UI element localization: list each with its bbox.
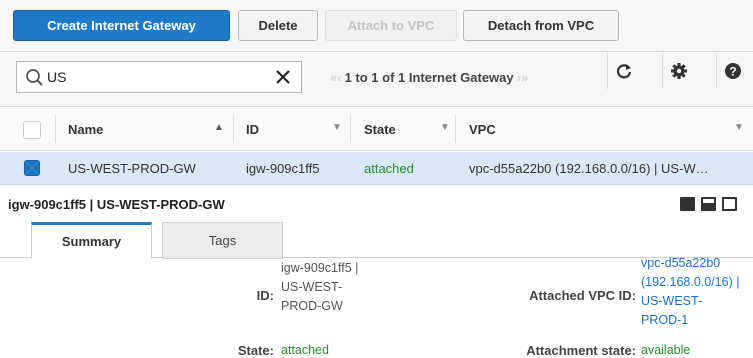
- help-icon[interactable]: ?: [716, 53, 748, 89]
- id-label: ID:: [256, 288, 274, 303]
- last-page-icon[interactable]: »: [521, 70, 528, 85]
- pagination: « ‹ 1 to 1 of 1 Internet Gateway › »: [330, 70, 528, 85]
- column-divider: [455, 115, 456, 143]
- attachment-state-value: available: [641, 343, 691, 357]
- detach-from-vpc-button[interactable]: Detach from VPC: [463, 10, 619, 41]
- state-label: State:: [237, 343, 274, 358]
- close-icon[interactable]: [273, 67, 293, 87]
- vpc-link-line[interactable]: (192.168.0.0/16) |: [641, 273, 739, 292]
- search-icon: [26, 69, 43, 86]
- panel-layout-controls: [680, 197, 737, 211]
- vpc-link-line[interactable]: vpc-d55a22b0: [641, 254, 739, 273]
- minimize-panel-icon[interactable]: [722, 197, 737, 211]
- refresh-icon[interactable]: [607, 53, 639, 89]
- vpc-link-line[interactable]: PROD-1: [641, 311, 739, 330]
- sort-icon[interactable]: ▼: [332, 122, 342, 133]
- attachment-state-label: Attachment state:: [526, 343, 636, 358]
- attach-to-vpc-button[interactable]: Attach to VPC: [325, 10, 457, 41]
- filter-bar: US « ‹ 1 to 1 of 1 Internet Gateway › »: [0, 53, 753, 107]
- maximize-panel-icon[interactable]: [680, 197, 695, 211]
- state-value: attached: [281, 343, 329, 357]
- column-divider: [233, 115, 234, 143]
- id-value-line: US-WEST-: [281, 280, 343, 294]
- table-row[interactable]: US-WEST-PROD-GW igw-909c1ff5 attached vp…: [0, 152, 753, 185]
- cell-name: US-WEST-PROD-GW: [68, 161, 196, 176]
- id-value: igw-909c1ff5 | US-WEST- PROD-GW: [281, 259, 358, 316]
- tab-tags[interactable]: Tags: [162, 222, 283, 259]
- id-value-line: igw-909c1ff5 |: [281, 261, 359, 275]
- create-internet-gateway-button[interactable]: Create Internet Gateway: [13, 10, 230, 41]
- attached-vpc-id-link[interactable]: vpc-d55a22b0 (192.168.0.0/16) | US-WEST-…: [641, 254, 739, 330]
- column-header-state[interactable]: State: [364, 122, 396, 137]
- cell-id: igw-909c1ff5: [246, 161, 320, 176]
- column-divider: [55, 115, 56, 143]
- delete-button[interactable]: Delete: [238, 10, 318, 41]
- sort-icon[interactable]: ▼: [734, 122, 744, 133]
- select-all-checkbox[interactable]: [23, 121, 41, 139]
- previous-page-icon[interactable]: ‹: [337, 70, 341, 85]
- sort-ascending-icon[interactable]: ▲: [214, 122, 224, 133]
- split-panel-icon[interactable]: [701, 197, 716, 211]
- svg-text:?: ?: [729, 65, 736, 79]
- column-header-id[interactable]: ID: [246, 122, 259, 137]
- cell-vpc: vpc-d55a22b0 (192.168.0.0/16) | US-W…: [469, 161, 709, 176]
- toolbar: Create Internet Gateway Delete Attach to…: [0, 0, 753, 52]
- table-header: Name ▲ ID ▼ State ▼ VPC ▼: [0, 108, 753, 151]
- vpc-link-line[interactable]: US-WEST-: [641, 292, 739, 311]
- column-divider: [350, 115, 351, 143]
- first-page-icon[interactable]: «: [330, 70, 337, 85]
- summary-panel: ID: igw-909c1ff5 | US-WEST- PROD-GW Stat…: [0, 256, 753, 358]
- column-header-vpc[interactable]: VPC: [469, 122, 496, 137]
- search-value: US: [47, 69, 67, 85]
- tab-summary[interactable]: Summary: [31, 222, 152, 259]
- column-header-name[interactable]: Name: [68, 122, 103, 137]
- search-input[interactable]: US: [16, 61, 302, 93]
- detail-title: igw-909c1ff5 | US-WEST-PROD-GW: [8, 197, 225, 212]
- id-value-line: PROD-GW: [281, 299, 343, 313]
- row-checkbox[interactable]: [24, 160, 40, 176]
- attached-vpc-id-label: Attached VPC ID:: [529, 288, 636, 303]
- sort-icon[interactable]: ▼: [440, 122, 450, 133]
- pagination-label: 1 to 1 of 1 Internet Gateway: [344, 70, 514, 85]
- gear-icon[interactable]: [662, 53, 694, 89]
- cell-state: attached: [364, 161, 414, 176]
